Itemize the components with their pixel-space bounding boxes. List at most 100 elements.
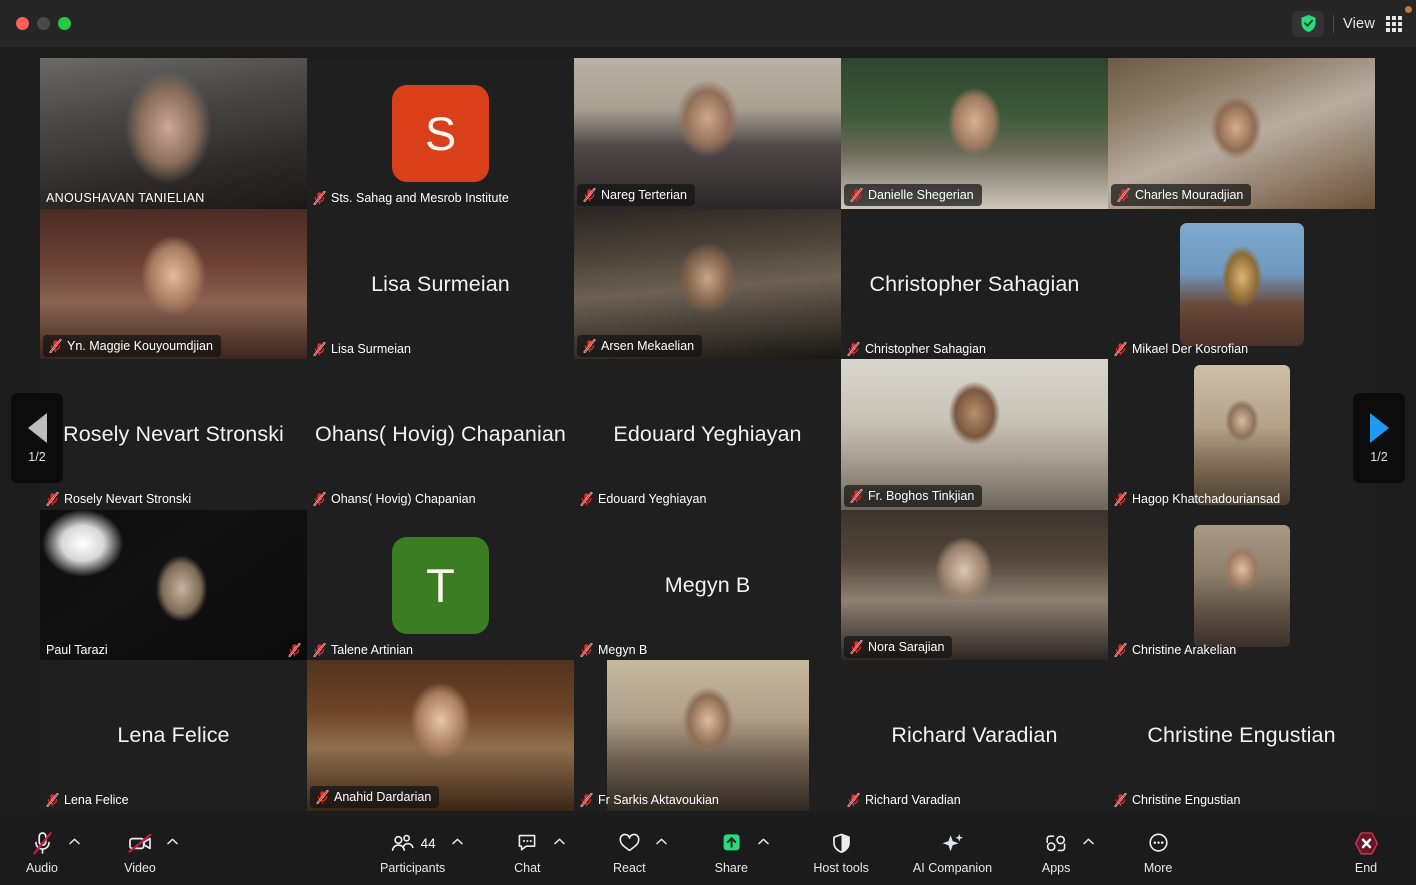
audio-options-caret-icon[interactable] xyxy=(68,831,80,856)
triangle-left-icon xyxy=(27,412,47,443)
participant-video xyxy=(1180,222,1304,346)
audio-button[interactable]: Audio xyxy=(22,831,62,875)
share-screen-button[interactable]: Share xyxy=(711,831,751,875)
participant-tile[interactable]: Nareg Terterian xyxy=(574,58,841,209)
participant-name-text: Richard Varadian xyxy=(865,793,961,808)
participant-tile[interactable]: Charles Mouradjian xyxy=(1108,58,1375,209)
more-label: More xyxy=(1143,860,1173,875)
muted-microphone-icon xyxy=(313,642,326,657)
participant-tile[interactable]: Christine Engustian Christine Engustian xyxy=(1108,660,1375,812)
participant-tile[interactable]: Rosely Nevart Stronski Rosely Nevart Stro… xyxy=(40,359,307,511)
view-button-label[interactable]: View xyxy=(1343,16,1375,32)
participant-name-text: Christopher Sahagian xyxy=(865,341,986,356)
participant-tile[interactable]: Mikael Der Kosrofian xyxy=(1108,208,1375,360)
muted-microphone-icon xyxy=(288,642,301,657)
participant-name-text: Talene Artinian xyxy=(331,642,414,657)
ai-companion-button[interactable]: AI Companion xyxy=(913,831,992,875)
chat-caret-icon[interactable] xyxy=(553,831,565,856)
react-button[interactable]: React xyxy=(609,831,649,875)
participant-tile[interactable]: Fr. Boghos Tinkjian xyxy=(841,359,1108,511)
participant-tile[interactable]: Ohans( Hovig) Chapanian Ohans( Hovig) Cha… xyxy=(307,359,574,511)
share-caret-icon[interactable] xyxy=(757,831,769,856)
participant-tile[interactable]: Nora Sarajian xyxy=(841,509,1108,661)
grid-view-icon[interactable] xyxy=(1386,15,1402,32)
participant-tile[interactable]: Danielle Shegerian xyxy=(841,58,1108,209)
participant-tile[interactable]: Hagop Khatchadouriansad xyxy=(1108,359,1375,511)
participant-tile[interactable]: Megyn B Megyn B xyxy=(574,509,841,661)
participant-name-text: Hagop Khatchadouriansad xyxy=(1132,492,1281,507)
share-label: Share xyxy=(714,860,748,875)
participant-name-text: Fr. Boghos Tinkjian xyxy=(868,489,975,504)
participant-tile[interactable]: Anahid Dardarian xyxy=(307,660,574,812)
muted-microphone-icon xyxy=(580,642,593,657)
participant-tile[interactable]: Lena Felice Lena Felice xyxy=(40,660,307,812)
video-button[interactable]: Video xyxy=(120,831,160,875)
participants-button[interactable]: 44 Participants xyxy=(380,831,445,875)
participant-name-text: Nora Sarajian xyxy=(868,639,945,654)
recording-indicator-dot xyxy=(1405,6,1412,13)
participant-tile[interactable]: Arsen Mekaelian xyxy=(574,208,841,360)
muted-microphone-icon xyxy=(583,338,596,353)
title-bar-right-controls: View xyxy=(1292,0,1406,47)
end-meeting-button[interactable]: End xyxy=(1346,831,1386,875)
participant-tile[interactable]: Christine Arakelian xyxy=(1108,509,1375,661)
participant-name-label: Yn. Maggie Kouyoumdjian xyxy=(43,334,221,357)
host-tools-button[interactable]: Host tools xyxy=(813,831,869,875)
maximize-window-button[interactable] xyxy=(58,17,71,30)
participant-name-text: Nareg Terterian xyxy=(601,188,687,202)
participant-name-text: Christine Engustian xyxy=(1132,793,1241,808)
participant-name-text: ANOUSHAVAN TANIELIAN xyxy=(46,191,205,205)
window-title-bar: View xyxy=(0,0,1416,47)
participant-name-text: Christine Arakelian xyxy=(1132,642,1237,657)
participant-name-label: Christine Engustian xyxy=(1108,789,1248,811)
participant-tile[interactable]: Lisa Surmeian Lisa Surmeian xyxy=(307,208,574,360)
participant-tile[interactable]: Fr Sarkis Aktavoukian xyxy=(574,660,841,812)
window-controls[interactable] xyxy=(16,17,71,30)
participant-name-label: Megyn B xyxy=(574,639,655,661)
title-bar-divider xyxy=(1333,14,1335,33)
sparkle-icon xyxy=(940,831,966,856)
next-page-button[interactable]: 1/2 xyxy=(1353,393,1405,483)
participant-tile[interactable]: Yn. Maggie Kouyoumdjian xyxy=(40,208,307,360)
participant-tile[interactable]: S Sts. Sahag and Mesrob Institute xyxy=(307,58,574,209)
apps-icon xyxy=(1043,831,1069,856)
muted-microphone-icon xyxy=(847,793,860,808)
apps-button[interactable]: Apps xyxy=(1036,831,1076,875)
avatar-initial: T xyxy=(392,536,489,634)
heart-icon xyxy=(617,831,642,856)
participant-name-label: Rosely Nevart Stronski xyxy=(40,488,199,510)
muted-microphone-icon xyxy=(1117,188,1130,202)
react-caret-icon[interactable] xyxy=(655,831,667,856)
muted-microphone-icon xyxy=(580,492,593,507)
minimize-window-button[interactable] xyxy=(37,17,50,30)
participant-name-label: Ohans( Hovig) Chapanian xyxy=(307,488,484,510)
participant-tile[interactable]: T Talene Artinian xyxy=(307,509,574,661)
muted-microphone-icon xyxy=(1114,642,1127,657)
participant-name-text: Ohans( Hovig) Chapanian xyxy=(331,492,476,507)
video-options-caret-icon[interactable] xyxy=(166,831,178,856)
close-window-button[interactable] xyxy=(16,17,29,30)
participant-name-label: Nora Sarajian xyxy=(844,635,953,658)
participant-name-label: Mikael Der Kosrofian xyxy=(1108,338,1256,360)
encryption-shield-icon[interactable] xyxy=(1292,10,1325,37)
muted-microphone-icon xyxy=(313,191,326,205)
more-button[interactable]: More xyxy=(1138,831,1178,875)
participant-tile[interactable]: Paul Tarazi xyxy=(40,509,307,661)
previous-page-button[interactable]: 1/2 xyxy=(11,393,63,483)
participant-tile[interactable]: Richard Varadian Richard Varadian xyxy=(841,660,1108,812)
apps-caret-icon[interactable] xyxy=(1082,831,1094,856)
people-icon: 44 xyxy=(390,831,436,856)
participants-caret-icon[interactable] xyxy=(451,831,463,856)
next-page-label: 1/2 xyxy=(1370,449,1388,464)
participant-tile[interactable]: Edouard Yeghiayan Edouard Yeghiayan xyxy=(574,359,841,511)
participant-name-label: Richard Varadian xyxy=(841,789,969,811)
muted-microphone-icon xyxy=(1114,793,1127,808)
participant-tile[interactable]: ANOUSHAVAN TANIELIAN xyxy=(40,58,307,209)
muted-microphone-icon xyxy=(316,790,329,805)
chat-button[interactable]: Chat xyxy=(507,831,547,875)
participant-tile[interactable]: Christopher Sahagian Christopher Sahagian xyxy=(841,208,1108,360)
participant-gallery: ANOUSHAVAN TANIELIAN S Sts. Sahag and Mesr… xyxy=(0,47,1416,820)
triangle-right-icon xyxy=(1369,412,1389,443)
participant-name-text: Fr Sarkis Aktavoukian xyxy=(598,793,719,808)
zoom-meeting-window: View ANOUSHAVAN TANIELIAN S Sts. Sahag and… xyxy=(0,0,1416,885)
